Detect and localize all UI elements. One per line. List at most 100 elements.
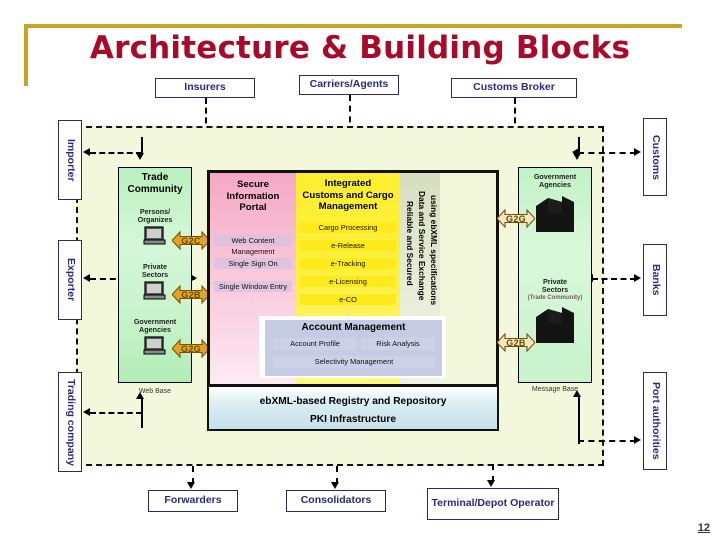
iccm-row-e-licensing[interactable]: e-Licensing (300, 276, 396, 287)
exchange-text-line1: Reliable and Secured (405, 201, 415, 286)
arrow-g2b-right[interactable]: G2B (496, 332, 536, 353)
arrowhead-right (634, 436, 641, 444)
arrow-g2g-right[interactable]: G2G (496, 208, 536, 229)
connector-port-authorities (578, 440, 636, 442)
item-label-line2: Agencies (539, 180, 571, 190)
core-block-filler (440, 173, 496, 384)
infrastructure-bar: ebXML-based Registry and Repository PKI … (207, 385, 499, 431)
item-label-line2: Sectors (141, 270, 169, 280)
item-label-line2: Sectors (541, 285, 569, 295)
actor-box-port-authorities[interactable]: Port authorities (643, 372, 667, 470)
building-icon (536, 307, 574, 344)
actor-label: Forwarders (164, 494, 222, 507)
portal-row-web-content-management[interactable]: Web Content Management (214, 235, 292, 256)
arrow-label: G2G (506, 213, 526, 224)
actor-box-consolidators[interactable]: Consolidators (286, 490, 386, 512)
computer-icon (143, 225, 166, 245)
actor-box-banks[interactable]: Banks (643, 244, 667, 316)
account-management-title: Account Management (301, 322, 406, 333)
item-label-line2: Agencies (139, 325, 171, 335)
arrowhead-down (573, 153, 581, 160)
title-line-2: Portal (239, 202, 267, 213)
computer-icon (143, 280, 166, 300)
actor-label: Consolidators (300, 494, 372, 507)
account-management-row-selectivity-management[interactable]: Selectivity Management (273, 356, 435, 368)
title-line-2: Customs and Cargo (302, 189, 394, 201)
arrow-label: G2G (181, 343, 201, 354)
actor-box-customs[interactable]: Customs (643, 118, 667, 196)
arrowhead-left (83, 274, 90, 282)
actor-box-exporter[interactable]: Exporter (58, 240, 82, 320)
title-line-3: Management (318, 201, 378, 212)
trade-community-caption: Web Base (138, 388, 172, 395)
connector-trading-riser (141, 398, 143, 428)
item-label-sub: (Trade Community) (527, 294, 583, 301)
infrastructure-row-ebxml-registry[interactable]: ebXML-based Registry and Repository (209, 396, 497, 407)
iccm-row-cargo-processing[interactable]: Cargo Processing (300, 222, 396, 233)
title-line-2: Community (127, 183, 183, 195)
iccm-row-e-tracking[interactable]: e-Tracking (300, 258, 396, 269)
gov-panel-caption: Message Base (531, 386, 579, 393)
actor-label: Insurers (184, 81, 226, 94)
actor-box-importer[interactable]: Importer (58, 120, 82, 200)
title-line-1: Trade (141, 172, 169, 183)
account-management-block: Account Management Account Profile Risk … (259, 316, 446, 378)
connector-port-riser (578, 396, 580, 444)
arrow-g2c[interactable]: G2C (171, 230, 211, 251)
actor-label: Banks (649, 264, 662, 296)
actor-box-customs-broker[interactable]: Customs Broker (451, 78, 577, 98)
actor-box-carriers-agents[interactable]: Carriers/Agents (299, 75, 399, 95)
connector-customs (578, 152, 636, 154)
connector-trading-company (90, 412, 142, 414)
actor-label: Customs (649, 134, 662, 180)
page-title: Architecture & Building Blocks (89, 30, 631, 66)
arrow-label: G2B (181, 289, 201, 300)
title-frame-left-rule (24, 24, 28, 86)
account-management-row-account-profile[interactable]: Account Profile (273, 338, 357, 350)
exchange-text-line3: using ebXML specifications (429, 195, 439, 306)
arrowhead-right (634, 148, 641, 156)
arrowhead-down (487, 480, 495, 487)
actor-label: Exporter (64, 258, 77, 302)
portal-row-single-sign-on[interactable]: Single Sign On (214, 258, 292, 269)
actor-label: Trading company (64, 378, 77, 466)
portal-row-single-window-entry[interactable]: Single Window Entry (214, 281, 292, 292)
actor-label: Terminal/Depot Operator (431, 497, 555, 510)
actor-box-terminal-depot-operator[interactable]: Terminal/Depot Operator (427, 488, 559, 520)
arrow-label: G2B (506, 337, 526, 348)
portal-title: Secure Information Portal (210, 179, 296, 214)
actor-box-trading-company[interactable]: Trading company (58, 372, 82, 472)
actor-box-forwarders[interactable]: Forwarders (148, 490, 238, 512)
infrastructure-row-pki[interactable]: PKI Infrastructure (209, 414, 497, 425)
arrow-g2g[interactable]: G2G (171, 338, 211, 359)
arrowhead-left (83, 148, 90, 156)
iccm-row-e-co[interactable]: e-CO (300, 294, 396, 305)
iccm-row-e-release[interactable]: e-Release (300, 240, 396, 251)
arrowhead-down (331, 482, 339, 489)
iccm-ellipsis: ⋮ (344, 308, 352, 317)
item-label-line2: Organizes (137, 215, 173, 225)
exchange-text-line2: Data and Service Exchange (417, 191, 427, 301)
actor-box-insurers[interactable]: Insurers (155, 78, 255, 98)
arrow-label: G2C (181, 235, 201, 246)
actor-label: Importer (64, 138, 77, 182)
slide-number: 12 (697, 522, 710, 534)
slide-canvas: Architecture & Building Blocks Insurers … (0, 0, 720, 540)
account-management-inner: Account Management Account Profile Risk … (265, 320, 442, 376)
iccm-title: Integrated Customs and Cargo Management (296, 178, 400, 213)
actor-label: Port authorities (649, 382, 662, 460)
title-line-1: Secure Information (226, 179, 280, 202)
actor-label: Carriers/Agents (309, 78, 389, 91)
trade-community-title: Trade Community (119, 172, 191, 195)
connector-importer (90, 152, 142, 154)
building-icon (536, 195, 574, 232)
arrowhead-right (634, 274, 641, 282)
arrow-g2b[interactable]: G2B (171, 284, 211, 305)
actor-label: Customs Broker (473, 81, 555, 94)
computer-icon (143, 335, 166, 355)
portal-ellipsis: ⋮ (249, 294, 257, 303)
arrowhead-down (136, 153, 144, 160)
account-management-row-risk-analysis[interactable]: Risk Analysis (361, 338, 435, 350)
connector-banks (592, 278, 636, 280)
arrowhead-left (83, 408, 90, 416)
